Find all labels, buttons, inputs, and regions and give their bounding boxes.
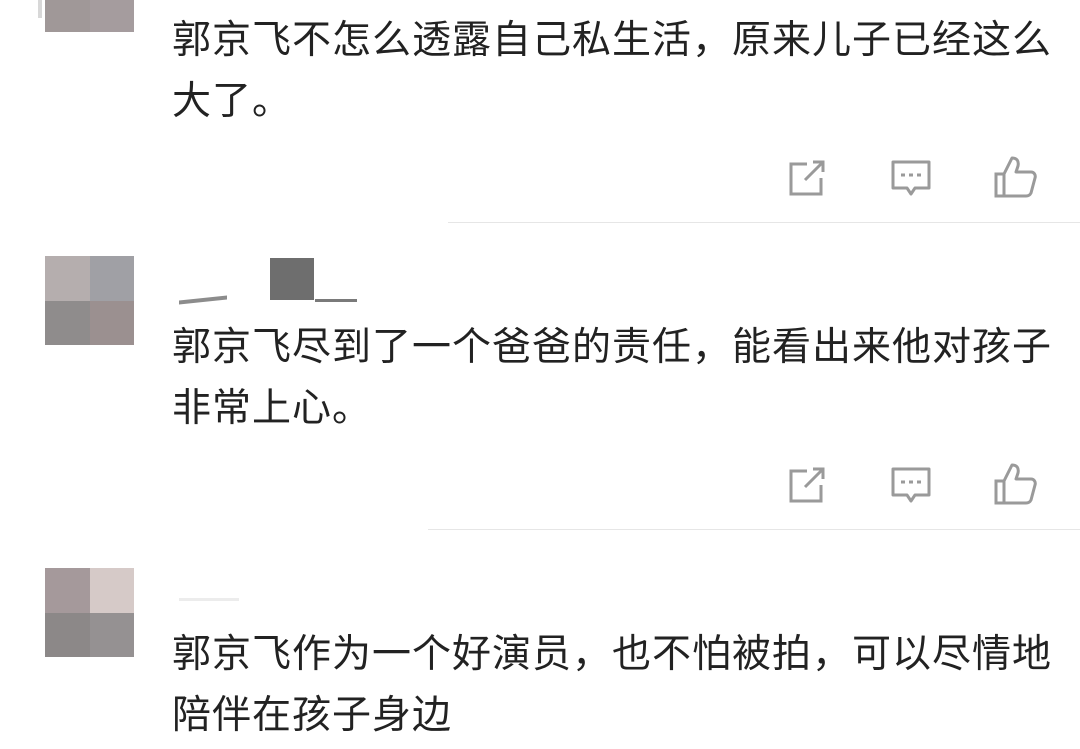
reply-button[interactable]	[887, 461, 935, 509]
avatar-tile	[45, 0, 90, 32]
avatar-tile	[89, 300, 134, 345]
comment-actions	[0, 461, 1080, 511]
redaction-stroke	[179, 295, 227, 305]
like-icon	[994, 156, 1037, 198]
redaction-stroke	[315, 299, 357, 302]
avatar-tile	[89, 0, 134, 32]
share-button[interactable]	[783, 461, 831, 509]
avatar[interactable]	[45, 568, 134, 657]
username-redacted	[175, 256, 365, 306]
redaction-block	[270, 258, 314, 300]
comment-text: 郭京飞不怎么透露自己私生活，原来儿子已经这么大了。	[172, 18, 1053, 124]
redaction-stroke	[179, 598, 239, 601]
avatar-tile	[45, 612, 90, 657]
username-blur	[38, 0, 42, 18]
reply-icon	[891, 160, 931, 196]
avatar-tile	[45, 256, 90, 301]
avatar-tile	[89, 612, 134, 657]
username-redacted	[175, 568, 245, 608]
avatar[interactable]	[45, 0, 134, 32]
avatar-tile	[89, 256, 134, 301]
avatar[interactable]	[45, 256, 134, 345]
comment-actions	[0, 154, 1080, 204]
avatar-tile	[45, 568, 90, 613]
avatar-tile	[45, 300, 90, 345]
avatar-tile	[89, 568, 134, 613]
like-icon	[994, 463, 1037, 505]
like-button[interactable]	[991, 154, 1039, 202]
like-button[interactable]	[991, 461, 1039, 509]
comment-text: 郭京飞尽到了一个爸爸的责任，能看出来他对孩子非常上心。	[172, 325, 1053, 431]
share-icon	[789, 160, 825, 196]
share-button[interactable]	[783, 154, 831, 202]
comment-text: 郭京飞作为一个好演员，也不怕被拍，可以尽情地陪伴在孩子身边	[172, 632, 1053, 738]
reply-button[interactable]	[887, 154, 935, 202]
share-icon	[789, 467, 825, 503]
divider	[448, 222, 1080, 223]
reply-icon	[891, 467, 931, 503]
divider	[428, 529, 1080, 530]
